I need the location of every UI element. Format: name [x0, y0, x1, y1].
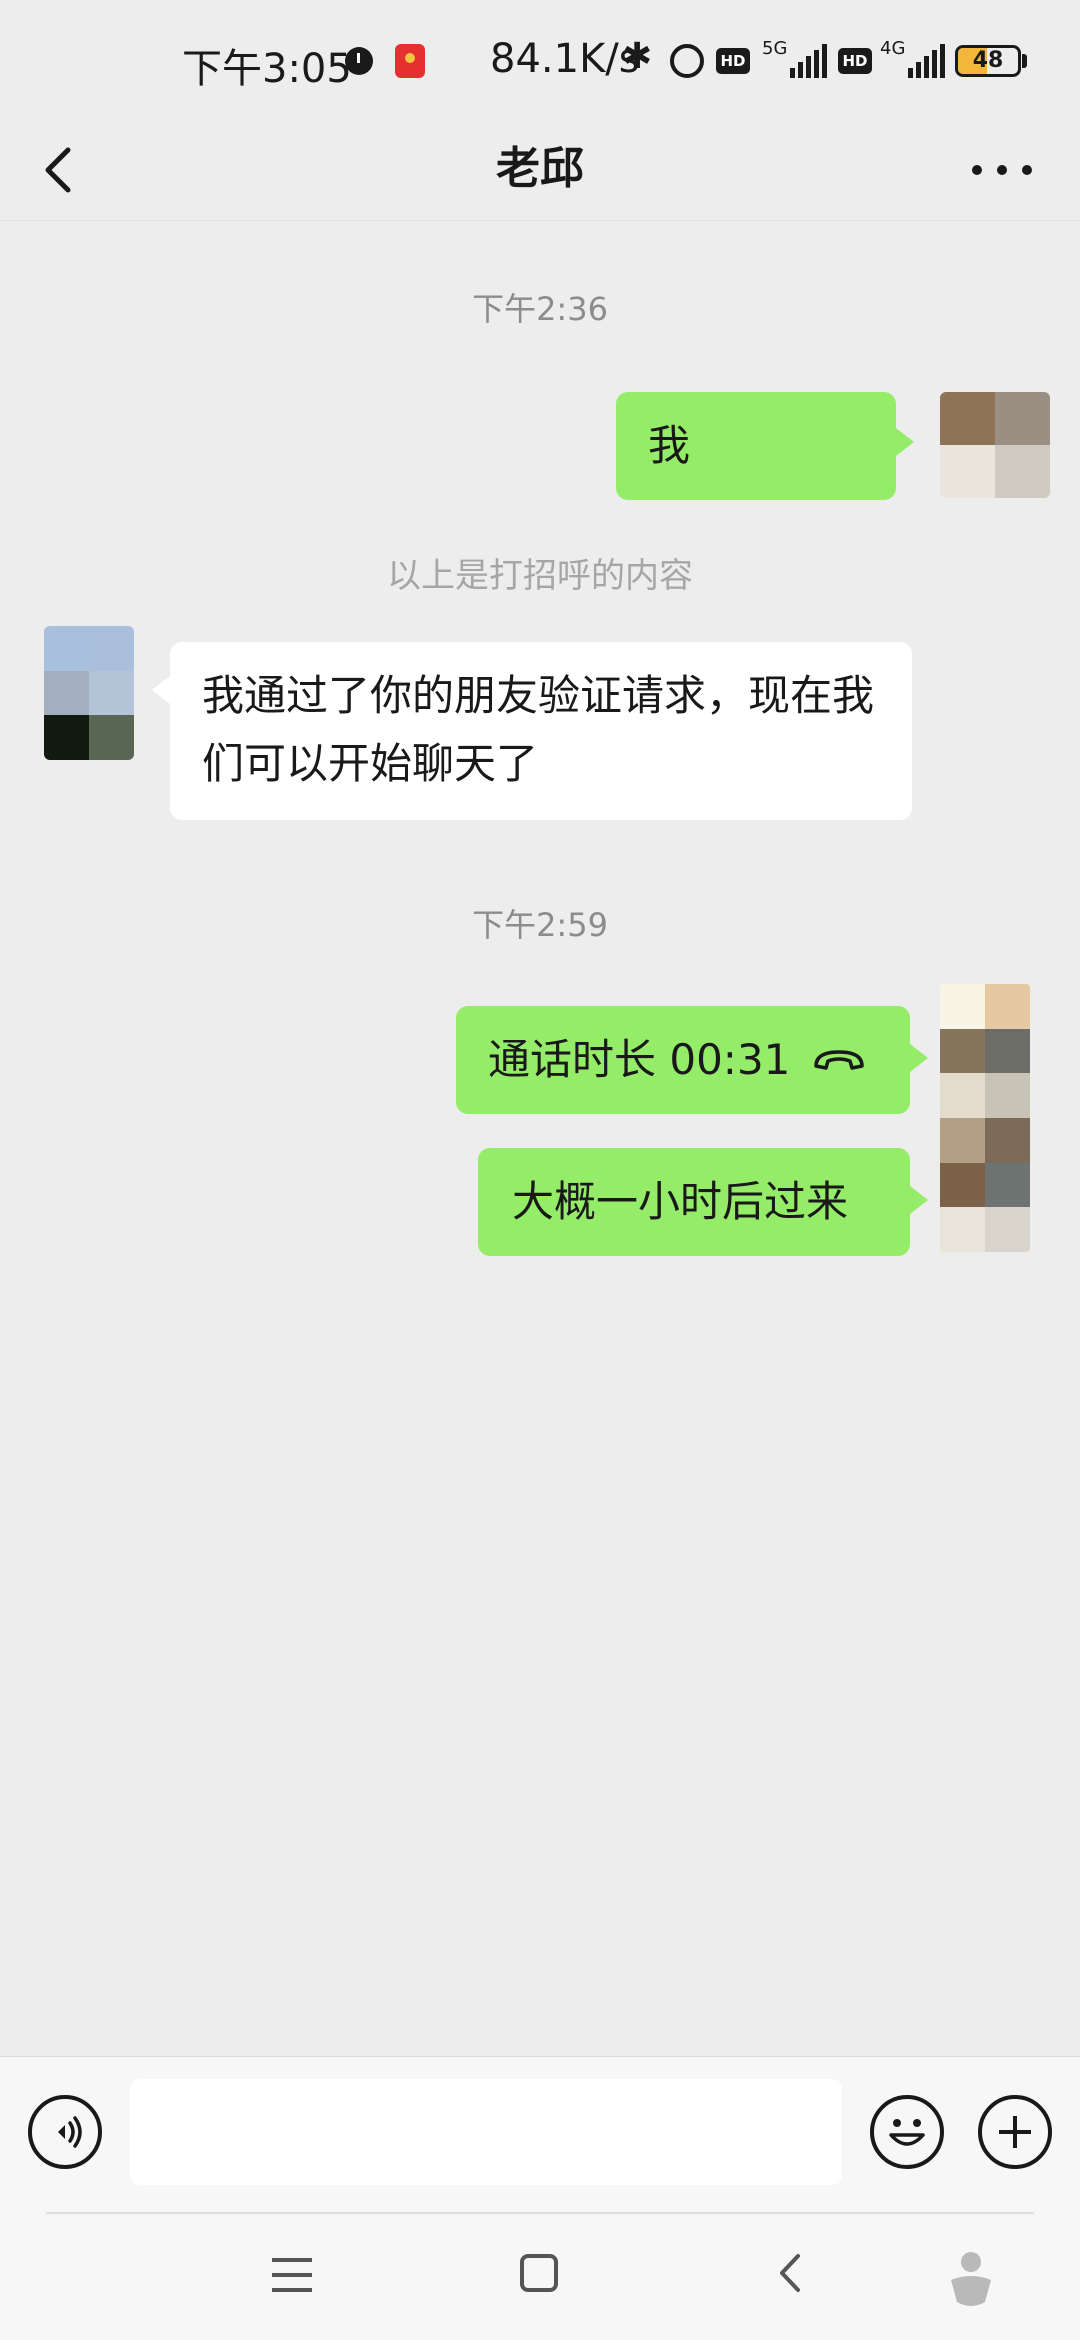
- system-nav-bar: [0, 2214, 1080, 2340]
- network-speed: 84.1K/s: [490, 36, 640, 82]
- emoji-icon: [889, 2119, 925, 2146]
- voice-icon: [58, 2116, 82, 2148]
- network-type-1: 5G: [762, 38, 788, 59]
- red-packet-icon: [395, 44, 425, 78]
- message-text: 我: [648, 421, 691, 470]
- network-type-2: 4G: [880, 38, 906, 59]
- nav-back-button[interactable]: [770, 2250, 810, 2296]
- system-note: 以上是打招呼的内容: [387, 556, 693, 596]
- bubble-tail: [896, 428, 914, 456]
- emoji-button[interactable]: [870, 2095, 944, 2169]
- message-text: 大概一小时后过来: [512, 1177, 849, 1226]
- avatar-contact[interactable]: [44, 626, 134, 760]
- bubble-tail: [910, 1044, 928, 1072]
- timestamp: 下午2:59: [472, 906, 608, 944]
- more-button[interactable]: [972, 140, 1032, 200]
- signal-icon: [790, 44, 827, 78]
- call-duration-text: 通话时长 00:31: [488, 1035, 791, 1084]
- timestamp: 下午2:36: [472, 290, 608, 328]
- message-bubble-sent[interactable]: 我: [616, 392, 896, 500]
- status-time: 下午3:05: [182, 46, 352, 92]
- hd-badge: HD: [838, 48, 872, 74]
- bluetooth-icon: ✱: [622, 36, 653, 77]
- more-icon: [972, 165, 982, 175]
- input-bar: [0, 2056, 1080, 2214]
- chat-header: 老邱: [0, 120, 1080, 220]
- nav-home-button[interactable]: [520, 2254, 558, 2292]
- signal-icon: [908, 44, 945, 78]
- header-divider: [0, 220, 1080, 221]
- bubble-tail: [910, 1186, 928, 1214]
- status-bar: 下午3:05 84.1K/s ✱ HD 5G HD 4G 48: [0, 0, 1080, 120]
- voice-button[interactable]: [28, 2095, 102, 2169]
- message-bubble-sent[interactable]: 大概一小时后过来: [478, 1148, 910, 1256]
- battery-level: 48: [972, 48, 1004, 73]
- message-text: 我通过了你的朋友验证请求，现在我们可以开始聊天了: [202, 671, 875, 788]
- call-message-bubble[interactable]: 通话时长 00:31: [456, 1006, 910, 1114]
- more-icon: [1022, 165, 1032, 175]
- chevron-left-icon: [780, 2254, 800, 2292]
- hd-badge: HD: [716, 48, 750, 74]
- battery-cap: [1022, 54, 1027, 68]
- nav-menu-button[interactable]: [272, 2258, 312, 2292]
- battery-icon: 48: [955, 45, 1021, 77]
- clock-icon: [345, 47, 373, 75]
- watermark-logo-icon: [951, 2252, 991, 2306]
- add-button[interactable]: [978, 2095, 1052, 2169]
- phone-icon: [814, 1050, 865, 1070]
- message-bubble-received[interactable]: 我通过了你的朋友验证请求，现在我们可以开始聊天了: [170, 642, 912, 820]
- alarm-icon: [670, 44, 704, 78]
- avatar-self[interactable]: [940, 392, 1050, 498]
- message-input[interactable]: [130, 2079, 842, 2185]
- bubble-tail: [152, 676, 170, 704]
- more-icon: [997, 165, 1007, 175]
- chat-title: 老邱: [496, 143, 584, 194]
- avatar-self[interactable]: [940, 984, 1030, 1252]
